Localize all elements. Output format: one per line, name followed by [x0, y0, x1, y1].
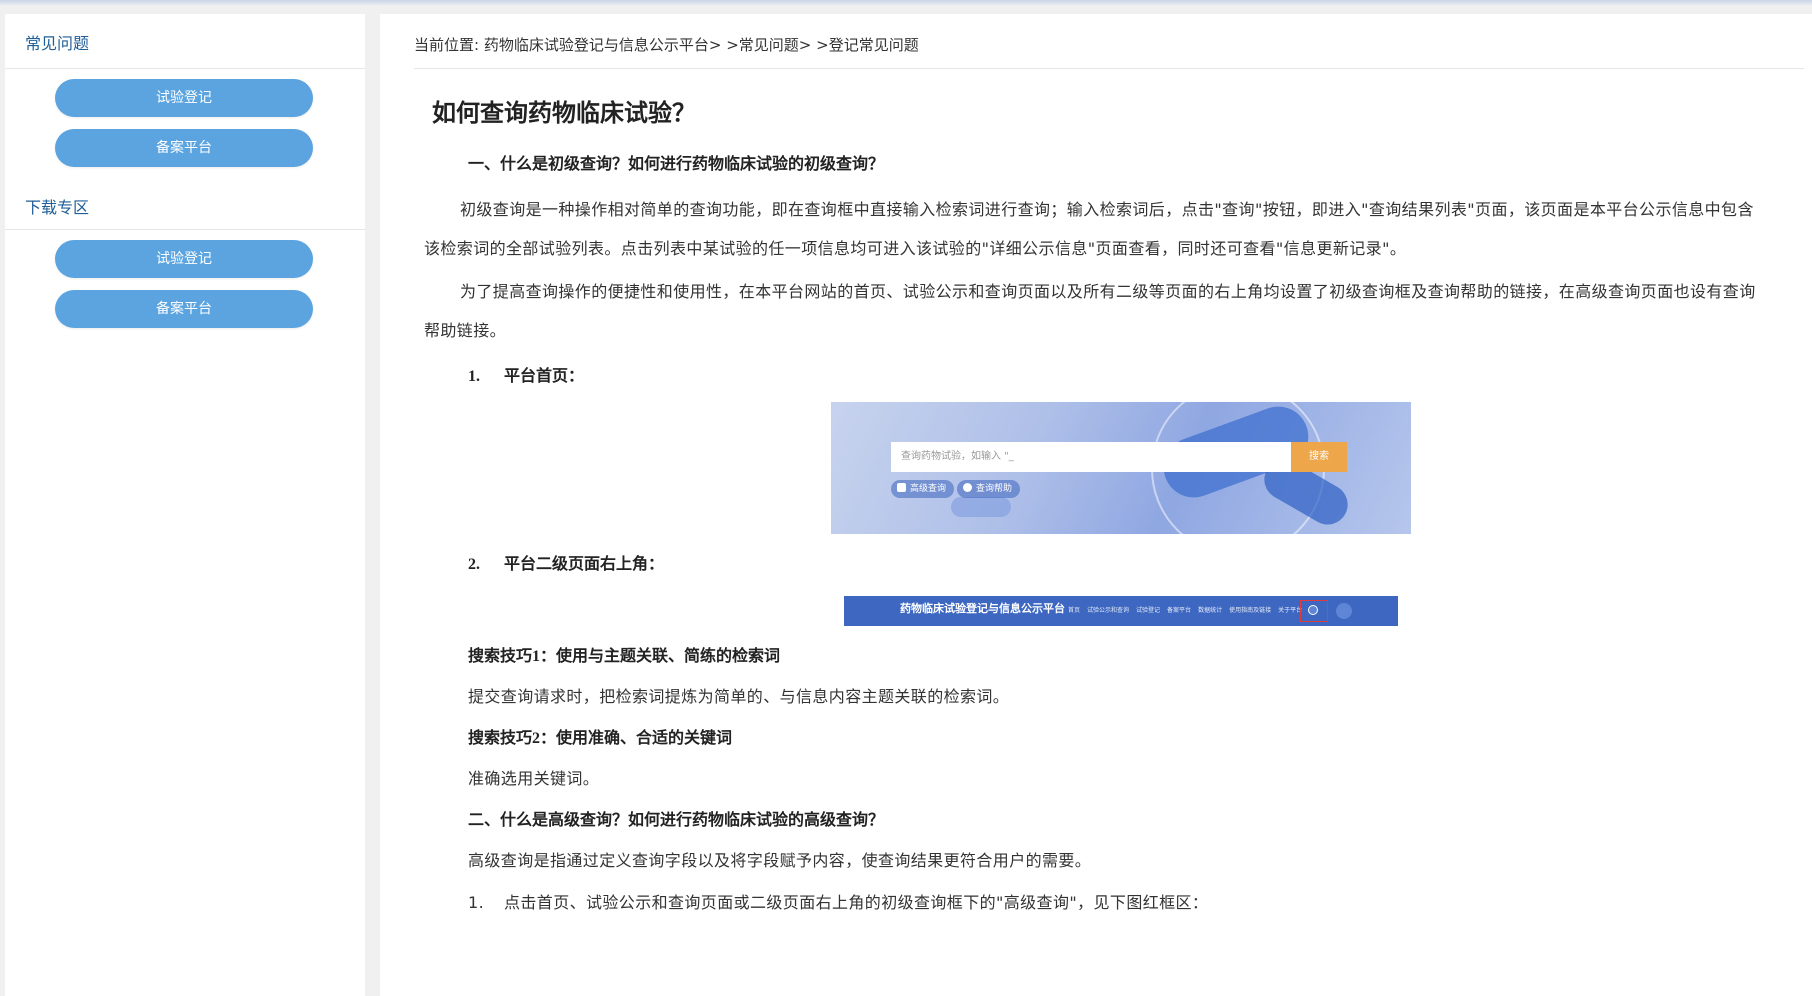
tip-1-text: 提交查询请求时，把检索词提炼为简单的、与信息内容主题关联的检索词。 — [468, 687, 1010, 706]
step-text: 平台二级页面右上角： — [504, 556, 665, 573]
section-heading-advanced-query: 二、什么是高级查询？如何进行药物临床试验的高级查询？ — [468, 812, 885, 829]
faq-filing-platform-button[interactable]: 备案平台 — [55, 129, 313, 167]
figure-search-button: 搜索 — [1291, 442, 1347, 472]
figure-nav-item: 关于平台 — [1278, 607, 1303, 614]
figure-search-input: 查询药物试验，如输入 "_ — [891, 442, 1291, 472]
article-title: 如何查询药物临床试验？ — [432, 99, 696, 127]
breadcrumb-separator: > > — [708, 36, 739, 54]
download-button-group: 试验登记 备案平台 — [5, 230, 365, 344]
step-number: 1. — [468, 368, 480, 385]
download-trial-registration-button[interactable]: 试验登记 — [55, 240, 313, 278]
figure-query-help-label: 查询帮助 — [976, 484, 1013, 494]
breadcrumb: 当前位置: 药物临床试验登记与信息公示平台> >常见问题> >登记常见问题 — [414, 14, 1804, 69]
step-text: 点击首页、试验公示和查询页面或二级页面右上角的初级查询框下的"高级查询"，见下图… — [504, 893, 1209, 912]
figure-search-placeholder: 查询药物试验，如输入 "_ — [901, 451, 1014, 462]
figure-site-title: 药物临床试验登记与信息公示平台 — [900, 602, 1065, 615]
paragraph-basic-query: 初级查询是一种操作相对简单的查询功能，即在查询框中直接输入检索词进行查询；输入检… — [424, 200, 1754, 258]
article: 如何查询药物临床试验？ 一、什么是初级查询？如何进行药物临床试验的初级查询？ 初… — [424, 96, 1770, 914]
homepage-search-screenshot: 查询药物试验，如输入 "_ 搜索 高级查询 查询帮助 — [831, 402, 1411, 534]
faq-button-group: 试验登记 备案平台 — [5, 69, 365, 183]
sidebar: 常见问题 试验登记 备案平台 下载专区 试验登记 备案平台 — [5, 14, 365, 996]
figure-nav-item: 试验登记 — [1136, 607, 1161, 614]
figure-user-icon — [1336, 603, 1352, 619]
step-text: 平台首页： — [504, 368, 585, 385]
breadcrumb-separator: > > — [798, 36, 829, 54]
sidebar-title-download: 下载专区 — [5, 187, 365, 230]
subpage-header-screenshot: 药物临床试验登记与信息公示平台 首页 试验公示和查询 试验登记 备案平台 数据统计 使用指… — [844, 596, 1398, 626]
step-subpage: 2. 平台二级页面右上角： — [468, 554, 1770, 576]
figure-query-help-pill: 查询帮助 — [957, 480, 1021, 498]
sidebar-title-faq: 常见问题 — [5, 14, 365, 69]
top-border — [0, 0, 1812, 6]
figure-nav-item: 备案平台 — [1167, 607, 1192, 614]
section-heading-basic-query: 一、什么是初级查询？如何进行药物临床试验的初级查询？ — [468, 156, 885, 173]
decor-capsule — [951, 497, 1011, 517]
figure-nav-item: 首页 — [1068, 607, 1081, 614]
paragraph-advanced-query: 高级查询是指通过定义查询字段以及将字段赋予内容，使查询结果更符合用户的需要。 — [468, 851, 1092, 870]
faq-trial-registration-button[interactable]: 试验登记 — [55, 79, 313, 117]
figure-nav-item: 试验公示和查询 — [1087, 607, 1130, 614]
figure-nav: 首页 试验公示和查询 试验登记 备案平台 数据统计 使用指南及链接 关于平台 — [1068, 596, 1309, 626]
breadcrumb-site-link[interactable]: 药物临床试验登记与信息公示平台 — [484, 36, 709, 54]
tip-2-text: 准确选用关键词。 — [468, 769, 600, 788]
breadcrumb-current[interactable]: 登记常见问题 — [829, 36, 919, 54]
step-number: 2. — [468, 556, 480, 573]
figure-advanced-query-pill: 高级查询 — [891, 480, 955, 498]
breadcrumb-section-link[interactable]: 常见问题 — [739, 36, 799, 54]
figure-nav-item: 数据统计 — [1198, 607, 1223, 614]
figure-nav-item: 使用指南及链接 — [1229, 607, 1272, 614]
step-homepage: 1. 平台首页： — [468, 366, 1770, 388]
paragraph-query-links: 为了提高查询操作的便捷性和使用性，在本平台网站的首页、试验公示和查询页面以及所有… — [424, 282, 1756, 340]
tip-2-heading: 搜索技巧2：使用准确、合适的关键词 — [468, 730, 733, 747]
bookmark-icon — [897, 483, 906, 492]
step-number: 1. — [468, 893, 485, 912]
figure-advanced-query-label: 高级查询 — [910, 484, 947, 494]
breadcrumb-prefix: 当前位置: — [414, 36, 480, 54]
tip-1-heading: 搜索技巧1：使用与主题关联、简练的检索词 — [468, 648, 781, 665]
figure-highlighted-search-icon — [1300, 600, 1328, 622]
step-advanced-query: 1. 点击首页、试验公示和查询页面或二级页面右上角的初级查询框下的"高级查询"，见… — [468, 892, 1770, 914]
help-icon — [963, 483, 972, 492]
download-filing-platform-button[interactable]: 备案平台 — [55, 290, 313, 328]
main-panel: 当前位置: 药物临床试验登记与信息公示平台> >常见问题> >登记常见问题 如何… — [380, 14, 1812, 996]
